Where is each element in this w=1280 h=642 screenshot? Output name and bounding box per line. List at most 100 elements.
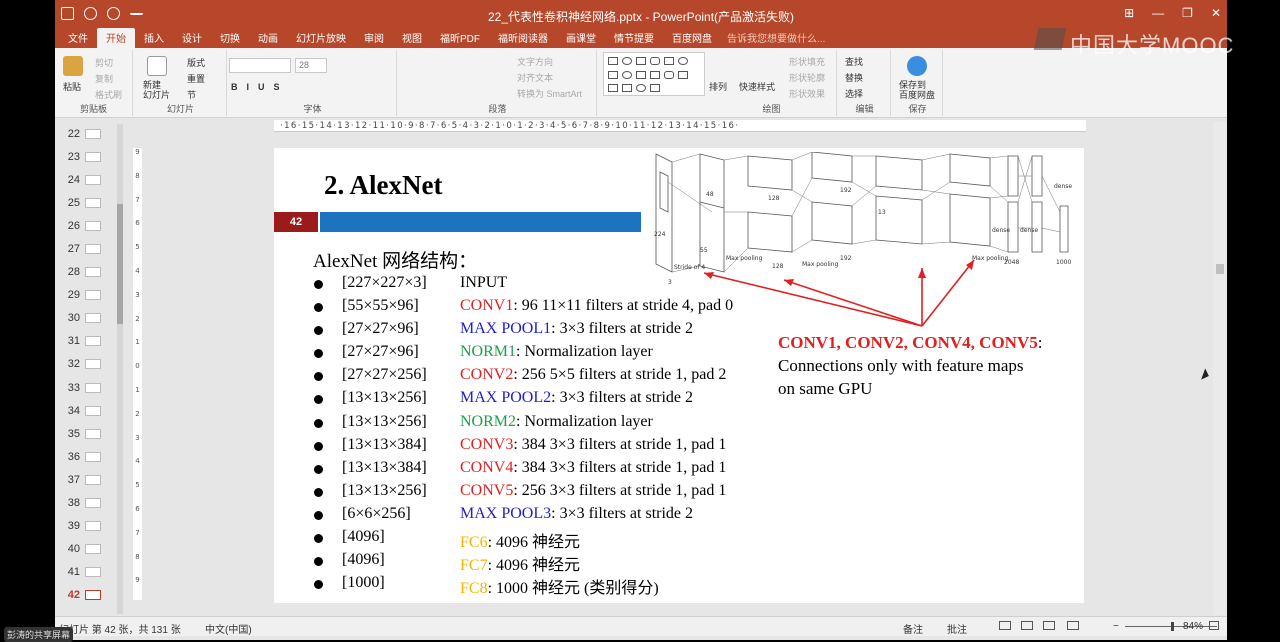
find-button[interactable]: 查找: [845, 55, 863, 68]
new-slide-button[interactable]: 新建 幻灯片: [143, 80, 170, 100]
group-label: 剪贴板: [79, 104, 107, 114]
reading-view-icon[interactable]: [1043, 621, 1055, 630]
arrange-button[interactable]: 排列: [709, 80, 727, 93]
tab-foxit-reader[interactable]: 福昕阅读器: [489, 30, 557, 48]
normal-view-icon[interactable]: [999, 621, 1011, 630]
cut-button[interactable]: 剪切: [95, 56, 113, 69]
slide-thumbnail[interactable]: 27: [55, 237, 115, 260]
align-text-button[interactable]: 对齐文本: [517, 71, 553, 84]
restore-button[interactable]: ❐: [1182, 6, 1193, 20]
tab-storyboard[interactable]: 情节提要: [605, 30, 663, 48]
slideshow-icon[interactable]: [1067, 621, 1079, 630]
group-label: 绘图: [762, 104, 781, 114]
group-font: 28 BIUS 字体: [229, 50, 397, 116]
slide-thumbnail-number: 29: [67, 289, 80, 302]
smartart-button[interactable]: 转换为 SmartArt: [517, 87, 582, 100]
tab-foxit-pdf[interactable]: 福昕PDF: [431, 30, 489, 48]
annotation-arrows: [703, 259, 975, 327]
tab-insert[interactable]: 插入: [135, 30, 173, 48]
slide-thumbnail[interactable]: 28: [55, 261, 115, 284]
tab-animations[interactable]: 动画: [249, 30, 287, 48]
group-drawing: 排列 快速样式 形状填充 形状轮廓 形状效果 绘图: [707, 50, 837, 116]
tab-home[interactable]: 开始: [97, 28, 135, 48]
slide-thumbnail[interactable]: 32: [55, 353, 115, 376]
note-line-1: Connections only with feature maps: [778, 356, 1024, 375]
slide-thumbnail[interactable]: 36: [55, 445, 115, 468]
layer-name: MAX POOL3: 3×3 filters at stride 2: [460, 504, 694, 522]
slide-thumbnail[interactable]: 26: [55, 214, 115, 237]
zoom-level[interactable]: 84%: [1183, 621, 1203, 632]
group-slides: 新建 幻灯片 版式 重置 节 幻灯片: [135, 50, 227, 116]
slide-thumbnail[interactable]: 25: [55, 191, 115, 214]
tab-file[interactable]: 文件: [59, 30, 97, 48]
slide-thumbnail-number: 41: [67, 566, 80, 579]
slide-thumbnail-number: 26: [67, 219, 80, 232]
slide-thumbnail-image: [85, 128, 101, 139]
slide-thumbnail[interactable]: 33: [55, 376, 115, 399]
thumbnail-scrollbar[interactable]: [117, 124, 123, 614]
slide-thumbnail[interactable]: 37: [55, 468, 115, 491]
reset-button[interactable]: 重置: [187, 72, 205, 85]
layer-desc: : 384 3×3 filters at stride 1, pad 1: [513, 435, 727, 453]
ribbon-display-icon[interactable]: ⊞: [1124, 6, 1134, 20]
slide-thumbnail[interactable]: 29: [55, 284, 115, 307]
slide-thumbnail[interactable]: 35: [55, 422, 115, 445]
slide-thumbnail[interactable]: 23: [55, 145, 115, 168]
slide-scrollbar[interactable]: [1213, 122, 1227, 615]
slide-thumbnail[interactable]: 38: [55, 492, 115, 515]
shape-outline-button[interactable]: 形状轮廓: [789, 71, 825, 84]
font-name-field[interactable]: [229, 58, 291, 73]
note-line-2: on same GPU: [778, 379, 873, 398]
notes-button[interactable]: 备注: [903, 621, 923, 636]
zoom-slider-handle[interactable]: [1171, 622, 1174, 631]
layout-button[interactable]: 版式: [187, 56, 205, 69]
format-painter-button[interactable]: 格式刷: [95, 88, 122, 101]
tell-me-search[interactable]: 告诉我您想要做什么...: [721, 30, 831, 48]
tab-view[interactable]: 视图: [393, 30, 431, 48]
tab-transitions[interactable]: 切换: [211, 30, 249, 48]
minimize-button[interactable]: —: [1152, 6, 1164, 20]
slide-thumbnail[interactable]: 39: [55, 515, 115, 538]
slide-thumbnail[interactable]: 42: [55, 584, 115, 607]
language-indicator[interactable]: 中文(中国): [205, 621, 252, 636]
slide-thumbnail[interactable]: 22: [55, 122, 115, 145]
quick-styles-button[interactable]: 快速样式: [739, 80, 775, 93]
slide-thumbnail[interactable]: 34: [55, 399, 115, 422]
tab-review[interactable]: 审阅: [355, 30, 393, 48]
tab-design[interactable]: 设计: [173, 30, 211, 48]
font-style-buttons[interactable]: BIUS: [231, 82, 289, 92]
font-size-field[interactable]: 28: [295, 58, 327, 73]
paste-button[interactable]: 粘贴: [63, 80, 81, 93]
slide-thumbnail[interactable]: 24: [55, 168, 115, 191]
copy-button[interactable]: 复制: [95, 72, 113, 85]
section-button[interactable]: 节: [187, 88, 196, 101]
slide-thumbnail[interactable]: 41: [55, 561, 115, 584]
save-to-netdisk-button[interactable]: 保存到 百度网盘: [899, 80, 935, 100]
slide-canvas[interactable]: 2. AlexNet 42 AlexNet 网络结构： [227×227×3] I…: [274, 148, 1084, 603]
slide-thumbnail-number: 28: [67, 266, 80, 279]
layer-dims: [27×27×256]: [342, 366, 427, 384]
text-direction-button[interactable]: 文字方向: [517, 55, 553, 68]
shape-effects-button[interactable]: 形状效果: [789, 87, 825, 100]
layer-dims: [4096]: [342, 551, 385, 569]
zoom-out-icon[interactable]: −: [1113, 621, 1119, 632]
layer-name: FC7: 4096 神经元: [460, 557, 581, 575]
slide-thumbnail[interactable]: 31: [55, 330, 115, 353]
fit-to-window-icon[interactable]: [1209, 621, 1219, 630]
close-button[interactable]: ✕: [1211, 6, 1221, 20]
vertical-ruler: 987 654 321 012 345 678 9: [133, 148, 142, 600]
slide-thumbnail-image: [85, 544, 101, 555]
tab-hua-ketang[interactable]: 画课堂: [557, 30, 605, 48]
replace-button[interactable]: 替换: [845, 71, 863, 84]
slide-thumbnail[interactable]: 40: [55, 538, 115, 561]
shape-fill-button[interactable]: 形状填充: [789, 55, 825, 68]
horizontal-ruler: ·16·15·14·13·12·11·10·9·8·7·6·5·4·3·2·1·…: [274, 120, 1086, 132]
tab-baidu-netdisk[interactable]: 百度网盘: [663, 30, 721, 48]
select-button[interactable]: 选择: [845, 87, 863, 100]
slide-thumbnail[interactable]: 30: [55, 307, 115, 330]
layer-desc: : 1000 神经元 (类别得分): [487, 580, 659, 598]
slide-sorter-icon[interactable]: [1021, 621, 1033, 630]
shapes-gallery[interactable]: [603, 52, 705, 96]
tab-slideshow[interactable]: 幻灯片放映: [287, 30, 355, 48]
comments-button[interactable]: 批注: [947, 621, 967, 636]
